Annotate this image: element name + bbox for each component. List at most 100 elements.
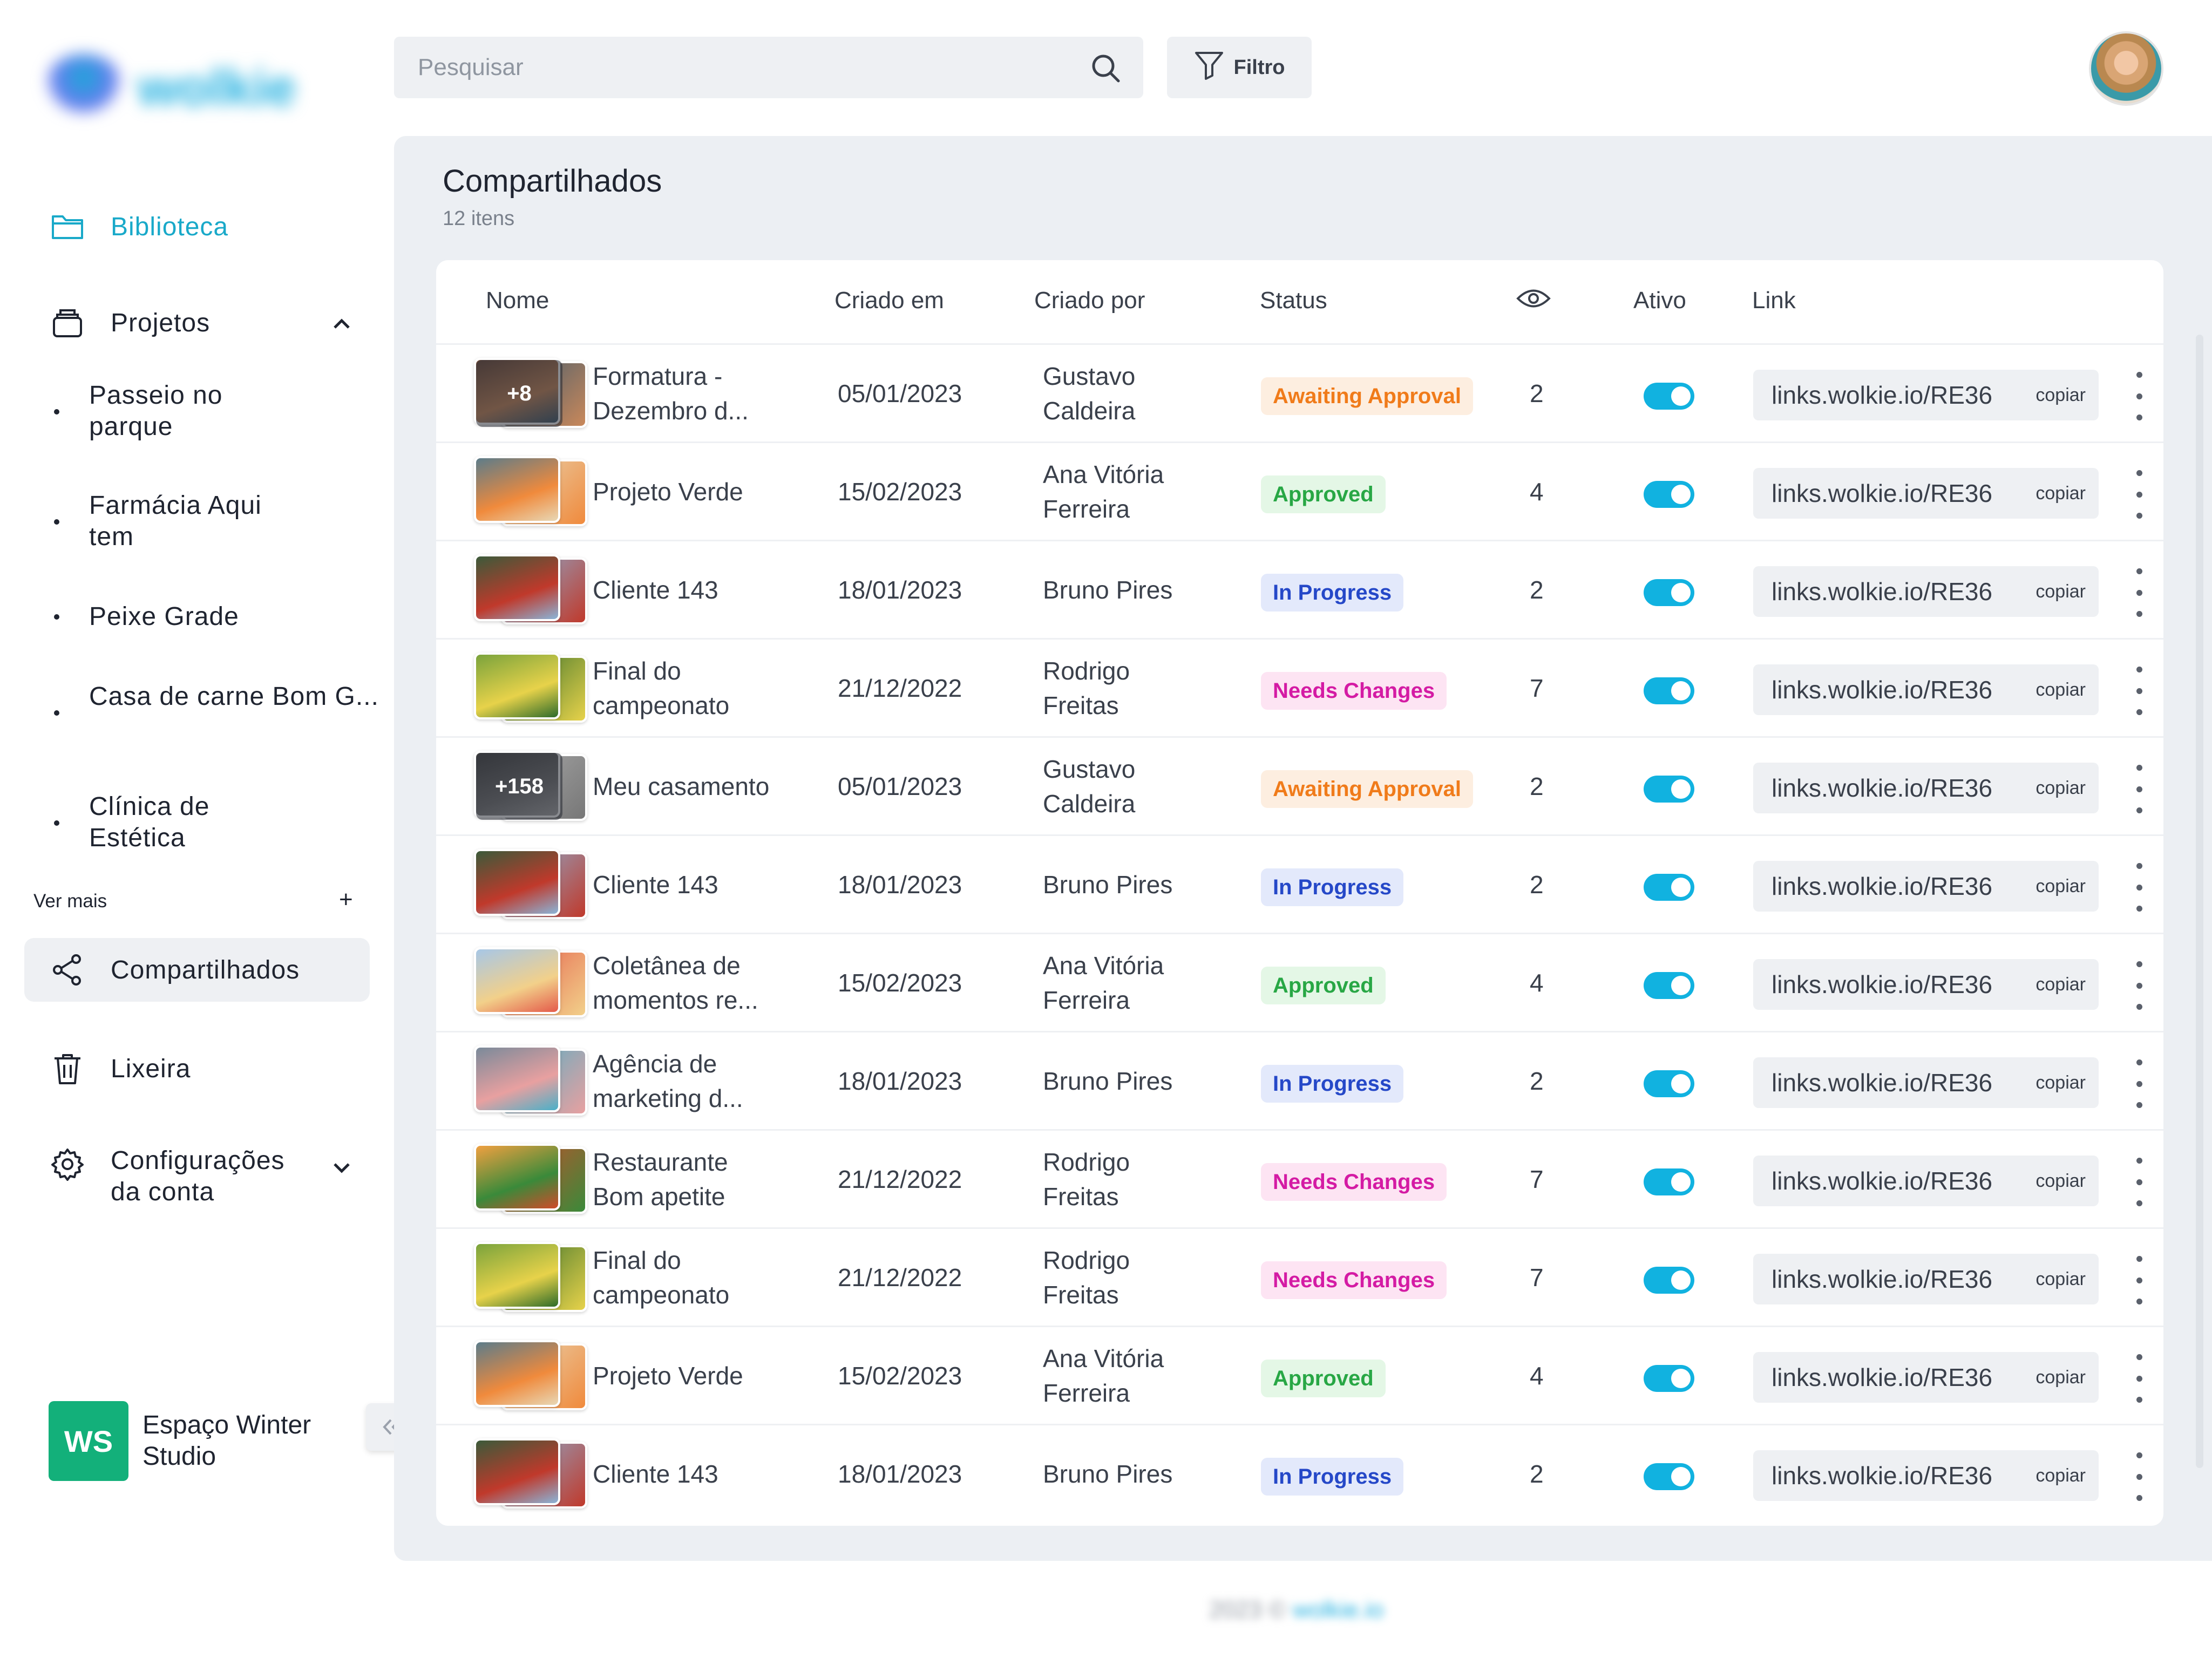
table-row[interactable]: Restaurante Bom apetite 21/12/2022 Rodri… <box>436 1129 2163 1227</box>
table-row[interactable]: Coletânea de momentos re... 15/02/2023 A… <box>436 933 2163 1031</box>
active-toggle[interactable] <box>1644 1168 1694 1195</box>
sidebar-item-configuracoes[interactable]: Configurações da conta <box>24 1145 370 1209</box>
search-input[interactable] <box>418 54 1066 81</box>
more-options-icon[interactable] <box>2131 568 2147 617</box>
share-link[interactable]: links.wolkie.io/RE36 copiar <box>1753 763 2099 813</box>
table-row[interactable]: +158 Meu casamento 05/01/2023 Gustavo Ca… <box>436 736 2163 834</box>
more-options-icon[interactable] <box>2131 667 2147 715</box>
active-toggle[interactable] <box>1644 1267 1694 1294</box>
table-row[interactable]: Final do campeonato 21/12/2022 Rodrigo F… <box>436 638 2163 736</box>
project-item[interactable]: Clínica de Estética <box>54 791 294 854</box>
table-row[interactable]: +8 Formatura - Dezembro d... 05/01/2023 … <box>436 343 2163 441</box>
table-row[interactable]: Cliente 143 18/01/2023 Bruno Pires In Pr… <box>436 540 2163 638</box>
search-icon[interactable] <box>1089 52 1122 87</box>
row-name[interactable]: Final do campeonato <box>593 654 771 723</box>
share-link[interactable]: links.wolkie.io/RE36 copiar <box>1753 370 2099 420</box>
row-name[interactable]: Restaurante Bom apetite <box>593 1145 771 1214</box>
active-toggle[interactable] <box>1644 579 1694 606</box>
workspace-switcher[interactable]: WS Espaço Winter Studio <box>49 1401 337 1481</box>
active-toggle[interactable] <box>1644 677 1694 704</box>
more-options-icon[interactable] <box>2131 961 2147 1010</box>
copy-button[interactable]: copiar <box>2035 1269 2086 1290</box>
row-name[interactable]: Final do campeonato <box>593 1243 771 1312</box>
chevron-down-icon[interactable] <box>333 1155 351 1179</box>
table-row[interactable]: Cliente 143 18/01/2023 Bruno Pires In Pr… <box>436 1424 2163 1522</box>
copy-button[interactable]: copiar <box>2035 1072 2086 1093</box>
sidebar-item-projetos[interactable]: Projetos <box>24 304 370 342</box>
table-row[interactable]: Projeto Verde 15/02/2023 Ana Vitória Fer… <box>436 441 2163 540</box>
active-toggle[interactable] <box>1644 874 1694 901</box>
active-toggle[interactable] <box>1644 972 1694 999</box>
more-options-icon[interactable] <box>2131 1256 2147 1304</box>
footer-link[interactable]: wolkie.io <box>1293 1596 1384 1623</box>
copy-button[interactable]: copiar <box>2035 1171 2086 1192</box>
row-name[interactable]: Cliente 143 <box>593 573 771 607</box>
row-name[interactable]: Cliente 143 <box>593 867 771 902</box>
share-link[interactable]: links.wolkie.io/RE36 copiar <box>1753 1156 2099 1206</box>
share-link[interactable]: links.wolkie.io/RE36 copiar <box>1753 959 2099 1010</box>
active-toggle[interactable] <box>1644 1463 1694 1490</box>
table-row[interactable]: Final do campeonato 21/12/2022 Rodrigo F… <box>436 1227 2163 1326</box>
table-row[interactable]: Agência de marketing d... 18/01/2023 Bru… <box>436 1031 2163 1129</box>
table-row[interactable]: Projeto Verde 15/02/2023 Ana Vitória Fer… <box>436 1326 2163 1424</box>
sidebar-item-compartilhados[interactable]: Compartilhados <box>24 938 370 1002</box>
active-toggle[interactable] <box>1644 481 1694 508</box>
sidebar-item-lixeira[interactable]: Lixeira <box>24 1050 370 1088</box>
copy-button[interactable]: copiar <box>2035 974 2086 995</box>
copy-button[interactable]: copiar <box>2035 581 2086 602</box>
copy-button[interactable]: copiar <box>2035 1465 2086 1486</box>
share-link[interactable]: links.wolkie.io/RE36 copiar <box>1753 566 2099 617</box>
copy-button[interactable]: copiar <box>2035 876 2086 897</box>
column-header-criado-por[interactable]: Criado por <box>1034 287 1145 314</box>
more-options-icon[interactable] <box>2131 470 2147 519</box>
column-header-link[interactable]: Link <box>1752 287 1796 314</box>
project-item[interactable]: Farmácia Aqui tem <box>54 490 294 553</box>
row-name[interactable]: Meu casamento <box>593 769 771 804</box>
column-header-nome[interactable]: Nome <box>486 287 549 314</box>
ver-mais-link[interactable]: Ver mais <box>33 891 107 912</box>
filter-button[interactable]: Filtro <box>1167 37 1312 98</box>
row-name[interactable]: Projeto Verde <box>593 1358 771 1393</box>
copy-button[interactable]: copiar <box>2035 483 2086 504</box>
project-item[interactable]: Peixe Grade <box>54 601 294 633</box>
share-link[interactable]: links.wolkie.io/RE36 copiar <box>1753 1057 2099 1108</box>
share-link[interactable]: links.wolkie.io/RE36 copiar <box>1753 1254 2099 1304</box>
row-name[interactable]: Agência de marketing d... <box>593 1047 771 1116</box>
project-item[interactable]: Casa de carne Bom G... <box>54 681 378 716</box>
row-name[interactable]: Projeto Verde <box>593 474 771 509</box>
more-options-icon[interactable] <box>2131 372 2147 420</box>
row-name[interactable]: Cliente 143 <box>593 1457 771 1491</box>
copy-button[interactable]: copiar <box>2035 1367 2086 1388</box>
active-toggle[interactable] <box>1644 383 1694 410</box>
more-options-icon[interactable] <box>2131 1158 2147 1206</box>
eye-icon[interactable] <box>1516 286 1551 317</box>
column-header-criado-em[interactable]: Criado em <box>834 287 944 314</box>
row-name[interactable]: Coletânea de momentos re... <box>593 948 771 1017</box>
copy-button[interactable]: copiar <box>2035 385 2086 406</box>
row-name[interactable]: Formatura - Dezembro d... <box>593 359 771 428</box>
more-options-icon[interactable] <box>2131 1354 2147 1403</box>
share-link[interactable]: links.wolkie.io/RE36 copiar <box>1753 861 2099 912</box>
table-row[interactable]: Cliente 143 18/01/2023 Bruno Pires In Pr… <box>436 834 2163 933</box>
scrollbar[interactable] <box>2196 335 2203 1468</box>
brand-logo[interactable]: wolkie <box>46 49 296 124</box>
copy-button[interactable]: copiar <box>2035 679 2086 701</box>
more-options-icon[interactable] <box>2131 863 2147 912</box>
active-toggle[interactable] <box>1644 1365 1694 1392</box>
share-link[interactable]: links.wolkie.io/RE36 copiar <box>1753 664 2099 715</box>
column-header-status[interactable]: Status <box>1260 287 1327 314</box>
more-options-icon[interactable] <box>2131 765 2147 813</box>
project-item[interactable]: Passeio no parque <box>54 380 294 443</box>
copy-button[interactable]: copiar <box>2035 778 2086 799</box>
more-options-icon[interactable] <box>2131 1452 2147 1501</box>
chevron-up-icon[interactable] <box>333 311 351 335</box>
active-toggle[interactable] <box>1644 776 1694 803</box>
share-link[interactable]: links.wolkie.io/RE36 copiar <box>1753 468 2099 519</box>
active-toggle[interactable] <box>1644 1070 1694 1097</box>
column-header-ativo[interactable]: Ativo <box>1633 287 1686 314</box>
more-options-icon[interactable] <box>2131 1059 2147 1108</box>
share-link[interactable]: links.wolkie.io/RE36 copiar <box>1753 1352 2099 1403</box>
share-link[interactable]: links.wolkie.io/RE36 copiar <box>1753 1450 2099 1501</box>
plus-icon[interactable]: + <box>339 886 353 913</box>
sidebar-item-biblioteca[interactable]: Biblioteca <box>24 208 370 246</box>
